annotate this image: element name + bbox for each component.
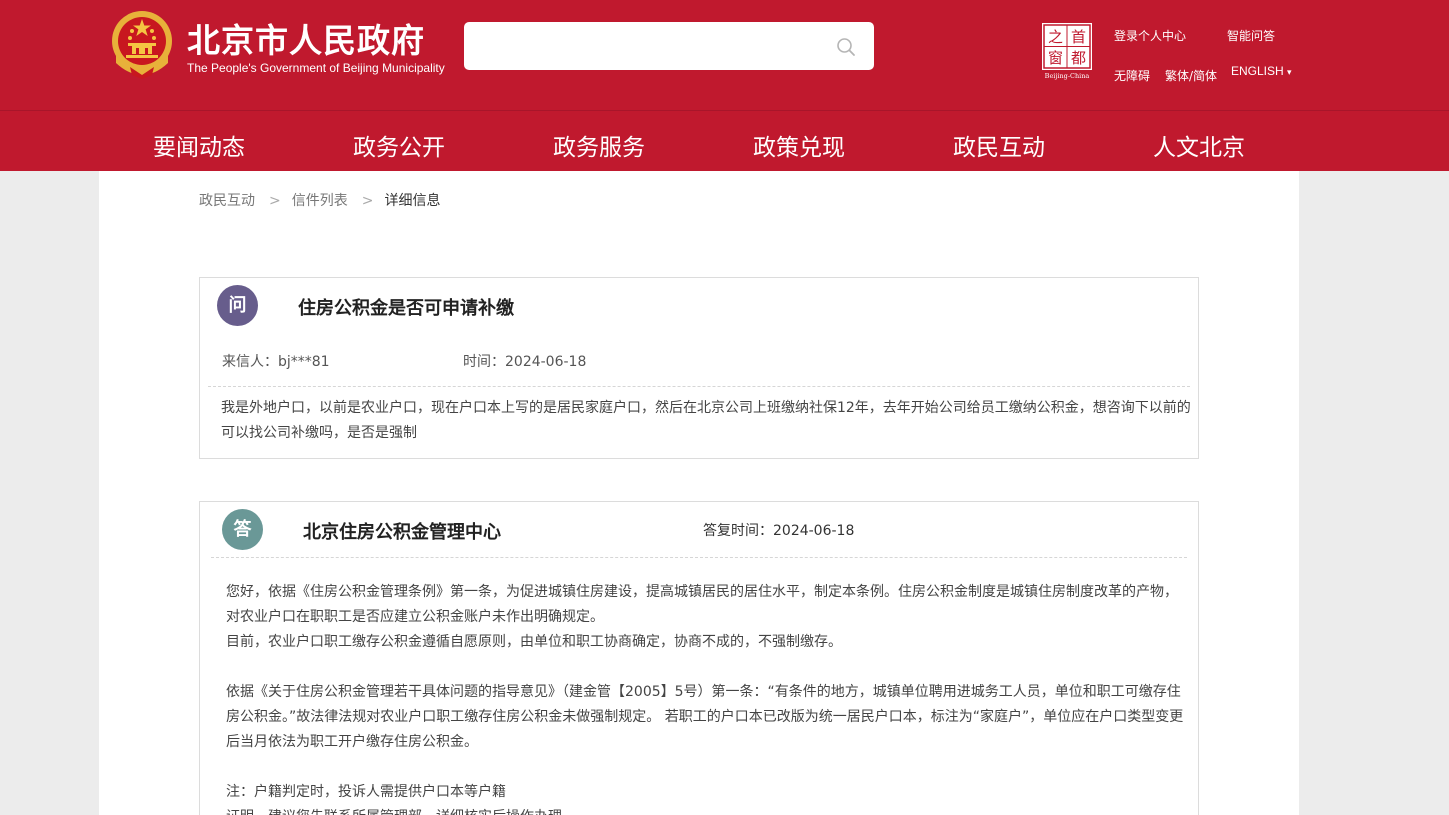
- nav-item-news[interactable]: 要闻动态: [99, 128, 299, 162]
- seal-char-4: 都: [1071, 49, 1086, 67]
- nav-item-interaction[interactable]: 政民互动: [899, 128, 1099, 162]
- nav-item-public-affairs[interactable]: 政务公开: [299, 128, 499, 162]
- divider: [211, 557, 1187, 558]
- seal-char-1: 之: [1048, 28, 1063, 46]
- breadcrumb: 政民互动 > 信件列表 > 详细信息: [199, 190, 440, 210]
- divider: [208, 386, 1190, 387]
- seal-caption: Beijing-China: [1045, 72, 1090, 80]
- site-header: 北京市人民政府 The People's Government of Beiji…: [0, 0, 1449, 110]
- question-title: 住房公积金是否可申请补缴: [298, 298, 514, 319]
- answer-paragraph: 依据《关于住房公积金管理若干具体问题的指导意见》（建金管【2005】5号）第一条…: [226, 684, 1184, 750]
- question-badge: 问: [217, 285, 258, 326]
- breadcrumb-item-letter-list[interactable]: 信件列表: [292, 193, 348, 209]
- traditional-simplified-toggle[interactable]: 繁体/简体: [1165, 67, 1217, 84]
- login-link[interactable]: 登录个人中心: [1114, 27, 1186, 44]
- capital-window-logo-icon[interactable]: 之 首 窗 都 Beijing-China: [1040, 22, 1094, 80]
- answer-body: 您好，依据《住房公积金管理条例》第一条，为促进城镇住房建设，提高城镇居民的居住水…: [226, 580, 1188, 815]
- answer-card: 答 北京住房公积金管理中心 答复时间：2024-06-18 您好，依据《住房公积…: [199, 501, 1199, 815]
- answer-organization: 北京住房公积金管理中心: [303, 522, 501, 543]
- breadcrumb-item-interaction[interactable]: 政民互动: [199, 193, 255, 209]
- answer-badge: 答: [222, 509, 263, 550]
- answer-paragraph: 您好，依据《住房公积金管理条例》第一条，为促进城镇住房建设，提高城镇居民的居住水…: [226, 584, 1178, 625]
- answer-paragraph: [226, 655, 1188, 680]
- question-card: 问 住房公积金是否可申请补缴 来信人：bj***81 时间：2024-06-18…: [199, 277, 1199, 459]
- question-time: 时间：2024-06-18: [463, 354, 587, 370]
- main-content: 政民互动 > 信件列表 > 详细信息 问 住房公积金是否可申请补缴 来信人：bj***8…: [99, 171, 1299, 815]
- site-title[interactable]: 北京市人民政府: [187, 14, 425, 62]
- breadcrumb-separator: >: [269, 193, 281, 209]
- dropdown-caret-icon: ▾: [1287, 67, 1292, 77]
- english-language-link[interactable]: ENGLISH ▾: [1231, 64, 1292, 78]
- breadcrumb-separator: >: [361, 193, 374, 209]
- answer-paragraph: [226, 755, 1188, 780]
- answer-paragraph: 目前，农业户口职工缴存公积金遵循自愿原则，由单位和职工协商确定，协商不成的，不强…: [226, 634, 842, 650]
- national-emblem-icon[interactable]: [108, 9, 176, 79]
- nav-item-policy[interactable]: 政策兑现: [699, 128, 899, 162]
- seal-char-2: 首: [1071, 28, 1086, 46]
- seal-char-3: 窗: [1048, 49, 1063, 67]
- nav-item-government-services[interactable]: 政务服务: [499, 128, 699, 162]
- accessibility-link[interactable]: 无障碍: [1114, 67, 1150, 84]
- main-nav: 要闻动态 政务公开 政务服务 政策兑现 政民互动 人文北京: [0, 110, 1449, 171]
- answer-time: 答复时间：2024-06-18: [703, 523, 855, 539]
- search-input[interactable]: [464, 22, 874, 70]
- breadcrumb-item-current: 详细信息: [384, 193, 441, 209]
- smart-qa-link[interactable]: 智能问答: [1227, 27, 1275, 44]
- search-icon[interactable]: [836, 37, 856, 57]
- answer-paragraph: 证明，建议您先联系所属管理部，详细核实后操作办理。: [226, 805, 1188, 815]
- nav-item-culture[interactable]: 人文北京: [1099, 128, 1299, 162]
- english-label: ENGLISH: [1231, 64, 1284, 78]
- question-body: 我是外地户口，以前是农业户口，现在户口本上写的是居民家庭户口，然后在北京公司上班…: [221, 400, 1191, 441]
- answer-paragraph: 注：户籍判定时，投诉人需提供户口本等户籍: [226, 784, 506, 800]
- site-subtitle[interactable]: The People's Government of Beijing Munic…: [187, 61, 445, 75]
- sender-label: 来信人：bj***81: [222, 354, 330, 370]
